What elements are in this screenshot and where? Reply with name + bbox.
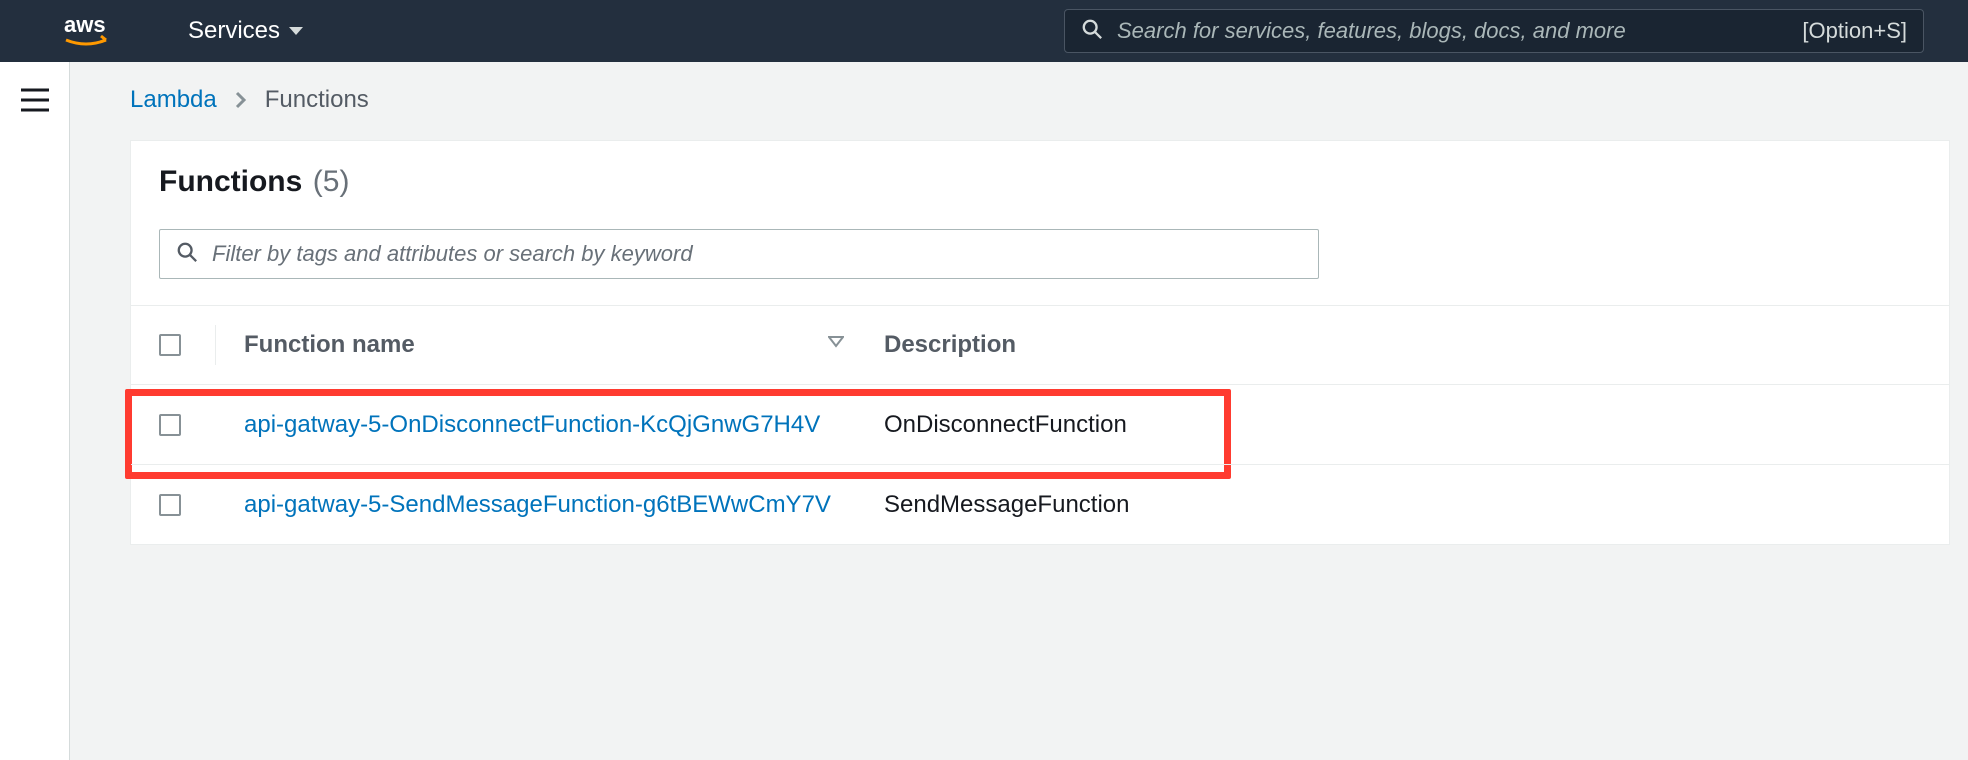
main-content: Lambda Functions Functions (5) — [70, 62, 1968, 760]
filter-box[interactable] — [159, 229, 1319, 279]
breadcrumb-root[interactable]: Lambda — [130, 86, 217, 114]
global-search-input[interactable] — [1117, 18, 1788, 44]
row-checkbox[interactable] — [159, 414, 181, 436]
search-icon — [1081, 18, 1103, 45]
panel-count: (5) — [313, 165, 350, 198]
search-shortcut-hint: [Option+S] — [1802, 18, 1907, 44]
column-description-label: Description — [884, 331, 1016, 358]
functions-panel: Functions (5) Function name — [130, 140, 1950, 545]
function-description: SendMessageFunction — [884, 491, 1129, 518]
breadcrumb: Lambda Functions — [130, 86, 1968, 114]
function-description: OnDisconnectFunction — [884, 411, 1127, 438]
caret-down-icon — [288, 17, 304, 45]
svg-text:aws: aws — [64, 12, 106, 37]
sort-icon — [828, 336, 844, 355]
breadcrumb-current: Functions — [265, 86, 369, 114]
function-name-link[interactable]: api-gatway-5-SendMessageFunction-g6tBEWw… — [244, 491, 831, 519]
search-icon — [176, 241, 198, 268]
filter-input[interactable] — [212, 241, 1302, 267]
column-name-label: Function name — [244, 331, 415, 359]
services-label: Services — [188, 17, 280, 45]
table-row: api-gatway-5-SendMessageFunction-g6tBEWw… — [131, 464, 1949, 544]
side-rail — [0, 62, 70, 760]
global-search[interactable]: [Option+S] — [1064, 9, 1924, 53]
table-row: api-gatway-5-OnDisconnectFunction-KcQjGn… — [131, 384, 1949, 464]
select-all-checkbox[interactable] — [159, 334, 181, 356]
aws-logo[interactable]: aws — [64, 12, 128, 50]
row-checkbox[interactable] — [159, 494, 181, 516]
panel-header: Functions (5) — [131, 141, 1949, 219]
column-header-name[interactable]: Function name — [244, 331, 884, 359]
function-name-link[interactable]: api-gatway-5-OnDisconnectFunction-KcQjGn… — [244, 411, 820, 439]
services-menu[interactable]: Services — [188, 17, 304, 45]
top-nav: aws Services [Option+S] — [0, 0, 1968, 62]
chevron-right-icon — [235, 91, 247, 109]
panel-title: Functions — [159, 165, 302, 198]
hamburger-icon[interactable] — [21, 88, 49, 760]
column-header-description[interactable]: Description — [884, 331, 1284, 359]
table-header: Function name Description — [131, 306, 1949, 384]
